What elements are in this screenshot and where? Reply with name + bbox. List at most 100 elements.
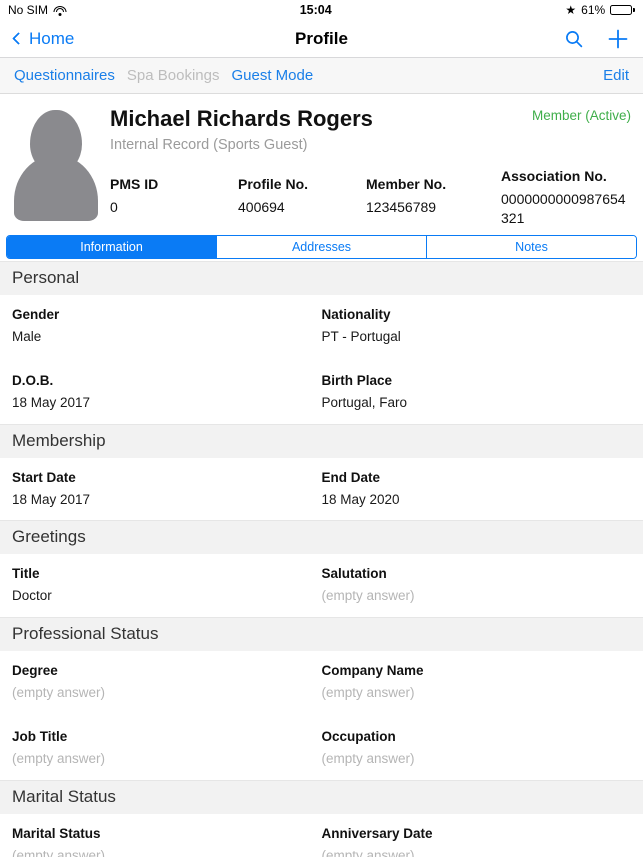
profile-id-value: 0 bbox=[110, 198, 118, 215]
profile-id-value: 123456789 bbox=[366, 198, 437, 215]
tab-bar-wrapper: Information Addresses Notes bbox=[0, 234, 643, 259]
profile-screen: No SIM 15:04 ★ 61% Home Profile Question… bbox=[0, 0, 643, 857]
questionnaires-button[interactable]: Questionnaires bbox=[14, 67, 115, 84]
field-value: PT - Portugal bbox=[321, 328, 401, 344]
field-value: Portugal, Faro bbox=[321, 395, 408, 411]
field: Marital Status (empty answer) bbox=[12, 824, 322, 857]
field-row: Marital Status (empty answer) Anniversary … bbox=[12, 814, 631, 857]
field-label: Anniversary Date bbox=[321, 825, 433, 841]
clock-label: 15:04 bbox=[299, 3, 332, 17]
field-label: Gender bbox=[12, 306, 60, 322]
tab-addresses[interactable]: Addresses bbox=[217, 235, 427, 258]
field-label: Company Name bbox=[321, 662, 424, 678]
section-header: Membership bbox=[0, 423, 643, 458]
field-value: 18 May 2017 bbox=[12, 395, 91, 411]
field-value: (empty answer) bbox=[321, 684, 415, 700]
field-value: (empty answer) bbox=[12, 751, 106, 767]
field-value: 18 May 2017 bbox=[12, 491, 91, 507]
field-value: Doctor bbox=[12, 588, 52, 604]
field: Gender Male bbox=[12, 305, 322, 348]
field-label: Title bbox=[12, 566, 40, 582]
profile-id-label: PMS ID bbox=[110, 175, 159, 192]
field-value: 18 May 2020 bbox=[321, 491, 400, 507]
profile-id-label: Profile No. bbox=[238, 175, 309, 192]
navigation-actions bbox=[563, 28, 629, 50]
sub-toolbar-actions: Questionnaires Spa Bookings Guest Mode bbox=[14, 67, 313, 84]
page-title: Profile bbox=[295, 28, 348, 48]
spa-bookings-button: Spa Bookings bbox=[126, 67, 220, 84]
carrier-label: No SIM bbox=[8, 3, 49, 17]
profile-id-label: Association No. bbox=[501, 167, 607, 184]
profile-id-grid: PMS ID 0 Profile No. 400694 Member No. 123456… bbox=[110, 168, 631, 229]
field-row: Degree (empty answer) Company Name (empty a… bbox=[12, 651, 631, 718]
sub-toolbar: Questionnaires Spa Bookings Guest Mode E… bbox=[0, 58, 643, 94]
field-row: D.O.B. 18 May 2017 Birth Place Portugal, Fa… bbox=[12, 361, 631, 424]
field: Nationality PT - Portugal bbox=[322, 305, 632, 348]
field: Anniversary Date (empty answer) bbox=[322, 824, 632, 857]
section-rows: Title Doctor Salutation (empty answer) bbox=[0, 554, 643, 617]
profile-id-value: 0000000000987654321 bbox=[501, 190, 626, 227]
field: Occupation (empty answer) bbox=[322, 727, 632, 770]
field: D.O.B. 18 May 2017 bbox=[12, 371, 322, 414]
status-bar: No SIM 15:04 ★ 61% bbox=[0, 0, 643, 20]
tab-notes[interactable]: Notes bbox=[427, 235, 636, 258]
field: End Date 18 May 2020 bbox=[322, 468, 632, 511]
segmented-control: Information Addresses Notes bbox=[6, 234, 637, 259]
wifi-icon bbox=[53, 5, 67, 16]
battery-icon bbox=[610, 5, 635, 15]
field-label: Occupation bbox=[321, 729, 396, 745]
profile-id-column: PMS ID 0 bbox=[110, 175, 238, 229]
profile-id-column: Association No. 0000000000987654321 bbox=[501, 168, 631, 229]
field: Company Name (empty answer) bbox=[322, 661, 632, 704]
battery-percent-label: 61% bbox=[581, 3, 606, 17]
profile-id-label: Member No. bbox=[366, 175, 447, 192]
person-placeholder-icon[interactable] bbox=[12, 102, 100, 227]
profile-id-value: 400694 bbox=[238, 198, 285, 215]
back-button-label: Home bbox=[29, 28, 75, 48]
profile-subtitle: Internal Record (Sports Guest) bbox=[110, 136, 308, 153]
field-value: Male bbox=[12, 328, 42, 344]
section-header: Greetings bbox=[0, 520, 643, 555]
section-header: Marital Status bbox=[0, 779, 643, 814]
guest-mode-button[interactable]: Guest Mode bbox=[231, 67, 313, 84]
field-value: (empty answer) bbox=[321, 588, 415, 604]
status-bar-left: No SIM bbox=[8, 3, 67, 17]
navigation-bar: Home Profile bbox=[0, 20, 643, 58]
field-label: Degree bbox=[12, 662, 58, 678]
field-label: End Date bbox=[321, 469, 381, 485]
field-value: (empty answer) bbox=[12, 847, 106, 857]
field-label: D.O.B. bbox=[12, 373, 54, 389]
section-header: Professional Status bbox=[0, 616, 643, 651]
bluetooth-icon: ★ bbox=[565, 3, 577, 17]
section-rows: Start Date 18 May 2017 End Date 18 May 2020 bbox=[0, 458, 643, 521]
tab-information[interactable]: Information bbox=[7, 235, 217, 258]
search-icon[interactable] bbox=[563, 28, 585, 50]
field: Birth Place Portugal, Faro bbox=[322, 371, 632, 414]
field: Degree (empty answer) bbox=[12, 661, 322, 704]
profile-id-column: Member No. 123456789 bbox=[366, 175, 501, 229]
field-value: (empty answer) bbox=[321, 751, 415, 767]
field-label: Salutation bbox=[321, 566, 387, 582]
field-row: Start Date 18 May 2017 End Date 18 May 2020 bbox=[12, 458, 631, 521]
plus-icon[interactable] bbox=[607, 28, 629, 50]
field-row: Gender Male Nationality PT - Portugal bbox=[12, 295, 631, 362]
field: Title Doctor bbox=[12, 564, 322, 607]
information-content: Personal Gender Male Nationality PT - Portug… bbox=[0, 260, 643, 857]
field-label: Birth Place bbox=[321, 373, 393, 389]
field-value: (empty answer) bbox=[321, 847, 415, 857]
section-rows: Gender Male Nationality PT - Portugal D.O.B.… bbox=[0, 295, 643, 424]
field-label: Nationality bbox=[321, 306, 391, 322]
field: Salutation (empty answer) bbox=[322, 564, 632, 607]
field-value: (empty answer) bbox=[12, 684, 106, 700]
field-label: Start Date bbox=[12, 469, 76, 485]
back-button[interactable]: Home bbox=[12, 28, 75, 49]
status-bar-right: ★ 61% bbox=[565, 3, 635, 17]
section-rows: Degree (empty answer) Company Name (empty a… bbox=[0, 651, 643, 780]
status-badge: Member (Active) bbox=[531, 108, 631, 123]
profile-header: Member (Active) Michael Richards Rogers … bbox=[0, 94, 643, 235]
field: Start Date 18 May 2017 bbox=[12, 468, 322, 511]
field-row: Job Title (empty answer) Occupation (empty … bbox=[12, 717, 631, 780]
field-row: Title Doctor Salutation (empty answer) bbox=[12, 554, 631, 617]
section-header: Personal bbox=[0, 260, 643, 295]
edit-button[interactable]: Edit bbox=[603, 67, 629, 84]
